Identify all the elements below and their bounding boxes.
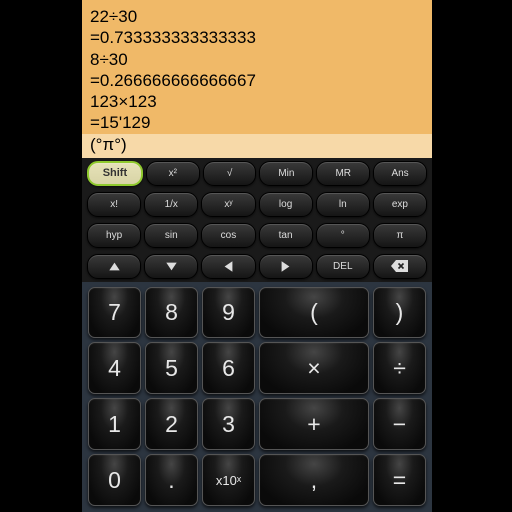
divide-button[interactable]: ÷ [373, 342, 426, 394]
digit-6-button[interactable]: 6 [202, 342, 255, 394]
cursor-left-button[interactable] [201, 254, 255, 279]
cursor-up-button[interactable] [87, 254, 141, 279]
cos-button[interactable]: cos [201, 223, 255, 248]
display-history: 22÷30 =0.733333333333333 8÷30 =0.2666666… [82, 0, 432, 134]
cursor-down-button[interactable] [144, 254, 198, 279]
function-row-3: hyp sin cos tan ° π [82, 220, 432, 251]
digit-5-button[interactable]: 5 [145, 342, 198, 394]
digit-0-button[interactable]: 0 [88, 454, 141, 506]
reciprocal-button[interactable]: 1/x [144, 192, 198, 217]
digit-7-button[interactable]: 7 [88, 287, 141, 339]
triangle-right-icon [279, 260, 292, 273]
shift-button[interactable]: Shift [87, 161, 143, 186]
decimal-button[interactable]: . [145, 454, 198, 506]
min-button[interactable]: Min [259, 161, 313, 186]
digit-8-button[interactable]: 8 [145, 287, 198, 339]
sin-button[interactable]: sin [144, 223, 198, 248]
function-row-1: Shift x² √ Min MR Ans [82, 158, 432, 189]
function-row-4: DEL [82, 251, 432, 282]
calculator-app: 22÷30 =0.733333333333333 8÷30 =0.2666666… [82, 0, 432, 512]
ln-button[interactable]: ln [316, 192, 370, 217]
digit-4-button[interactable]: 4 [88, 342, 141, 394]
pi-button[interactable]: π [373, 223, 427, 248]
display-input: (°π°) [82, 134, 432, 158]
log-button[interactable]: log [259, 192, 313, 217]
number-pad: 7 8 9 ( ) 4 5 6 × ÷ 1 2 3 + − 0 . x10ˣ ,… [82, 282, 432, 512]
digit-9-button[interactable]: 9 [202, 287, 255, 339]
digit-3-button[interactable]: 3 [202, 398, 255, 450]
triangle-up-icon [108, 260, 121, 273]
digit-1-button[interactable]: 1 [88, 398, 141, 450]
history-line: =0.266666666666667 [90, 70, 424, 91]
exp10-label: x10ˣ [216, 473, 241, 488]
plus-button[interactable]: + [259, 398, 369, 450]
exp10-button[interactable]: x10ˣ [202, 454, 255, 506]
ans-button[interactable]: Ans [373, 161, 427, 186]
history-line: 123×123 [90, 91, 424, 112]
square-button[interactable]: x² [146, 161, 200, 186]
sqrt-button[interactable]: √ [203, 161, 257, 186]
hyp-button[interactable]: hyp [87, 223, 141, 248]
triangle-down-icon [165, 260, 178, 273]
history-line: 8÷30 [90, 49, 424, 70]
backspace-icon [391, 260, 408, 272]
exp-button[interactable]: exp [373, 192, 427, 217]
del-button[interactable]: DEL [316, 254, 370, 279]
open-paren-button[interactable]: ( [259, 287, 369, 339]
history-line: =0.733333333333333 [90, 27, 424, 48]
degree-button[interactable]: ° [316, 223, 370, 248]
factorial-button[interactable]: x! [87, 192, 141, 217]
digit-2-button[interactable]: 2 [145, 398, 198, 450]
function-row-2: x! 1/x xʸ log ln exp [82, 189, 432, 220]
triangle-left-icon [222, 260, 235, 273]
history-line: 22÷30 [90, 6, 424, 27]
tan-button[interactable]: tan [259, 223, 313, 248]
mr-button[interactable]: MR [316, 161, 370, 186]
backspace-button[interactable] [373, 254, 427, 279]
power-button[interactable]: xʸ [201, 192, 255, 217]
cursor-right-button[interactable] [259, 254, 313, 279]
close-paren-button[interactable]: ) [373, 287, 426, 339]
history-line: =15'129 [90, 112, 424, 133]
equals-button[interactable]: = [373, 454, 426, 506]
minus-button[interactable]: − [373, 398, 426, 450]
multiply-button[interactable]: × [259, 342, 369, 394]
comma-button[interactable]: , [259, 454, 369, 506]
